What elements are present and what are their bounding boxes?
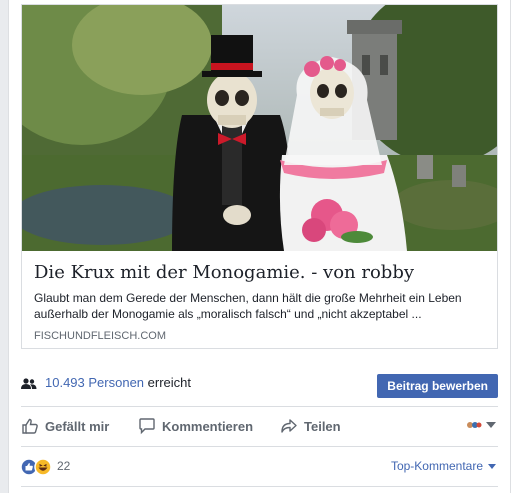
reaction-count[interactable]: 22: [57, 459, 70, 473]
people-icon: [21, 377, 37, 395]
skeleton-couple-image: [22, 5, 497, 251]
link-preview[interactable]: Die Krux mit der Monogamie. - von robby …: [21, 4, 498, 349]
divider: [21, 446, 498, 447]
like-label: Gefällt mir: [45, 418, 110, 434]
reactions-row: 22 Top-Kommentare: [20, 454, 498, 478]
preview-text: Die Krux mit der Monogamie. - von robby …: [22, 251, 497, 348]
thumbs-up-icon: [22, 418, 38, 434]
comment-sort-selector[interactable]: Top-Kommentare: [391, 459, 496, 473]
sort-label: Top-Kommentare: [390, 459, 483, 473]
reaction-icons[interactable]: [20, 458, 55, 476]
comment-icon: [139, 418, 155, 435]
caret-down-icon: [486, 422, 496, 428]
reach-count-link[interactable]: 10.493 Personen: [45, 375, 144, 390]
post-actions: Gefällt mir Kommentieren Teilen: [21, 409, 498, 443]
post-card: Die Krux mit der Monogamie. - von robby …: [8, 0, 511, 493]
comment-label: Kommentieren: [162, 418, 254, 434]
share-arrow-icon: [281, 419, 297, 433]
share-label: Teilen: [304, 418, 341, 434]
caret-down-icon: [488, 463, 496, 469]
like-button[interactable]: Gefällt mir: [21, 409, 109, 443]
preview-image[interactable]: [22, 5, 497, 251]
reaction-audience-selector[interactable]: [466, 419, 496, 431]
share-button[interactable]: Teilen: [280, 409, 341, 443]
preview-title[interactable]: Die Krux mit der Monogamie. - von robby: [34, 261, 485, 285]
haha-reaction-icon: [34, 458, 52, 476]
reach-row: 10.493 Personen erreicht Beitrag bewerbe…: [21, 374, 498, 398]
page-avatars-icon: [467, 422, 482, 428]
preview-domain: FISCHUNDFLEISCH.COM: [34, 330, 167, 342]
divider: [21, 486, 498, 487]
comment-button[interactable]: Kommentieren: [138, 409, 253, 443]
reach-text: 10.493 Personen erreicht: [45, 375, 191, 391]
divider: [21, 406, 498, 407]
preview-description: Glaubt man dem Gerede der Menschen, dann…: [34, 291, 462, 321]
promote-post-button[interactable]: Beitrag bewerben: [377, 374, 498, 398]
reach-suffix: erreicht: [144, 375, 191, 390]
